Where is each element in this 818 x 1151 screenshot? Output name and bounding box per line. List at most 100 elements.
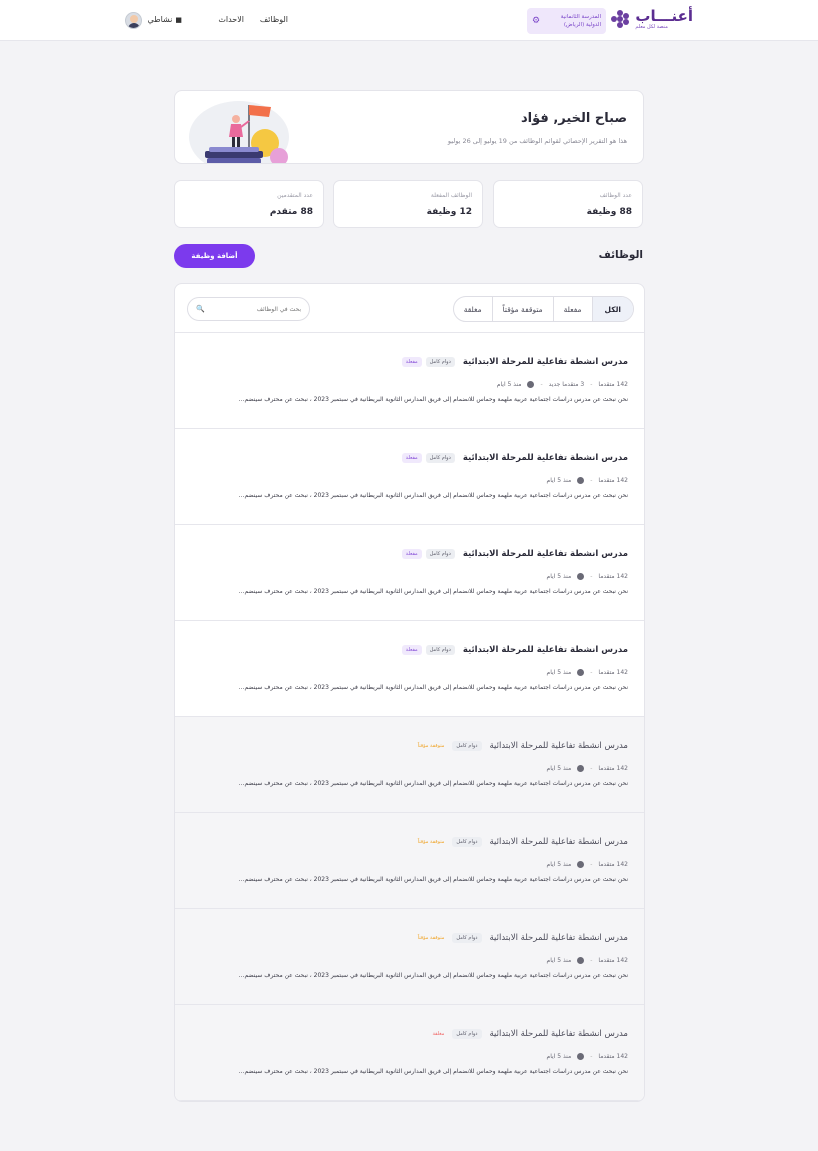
separator: - xyxy=(590,381,593,388)
job-meta: 142 متقدما - منذ 5 ايام xyxy=(546,861,628,868)
job-type-badge: دوام كامل xyxy=(452,741,482,751)
separator: - xyxy=(590,1053,593,1060)
job-title-row: مدرس انشطة تفاعلية للمرحلة الابتدائية دوا… xyxy=(401,357,628,367)
job-row[interactable]: مدرس انشطة تفاعلية للمرحلة الابتدائية دوا… xyxy=(175,429,644,525)
job-description: نحن نبحث عن مدرس دراسات اجتماعية عربية م… xyxy=(238,588,628,595)
stat-value: 88 وظيفة xyxy=(586,207,632,217)
separator: - xyxy=(590,957,593,964)
job-title[interactable]: مدرس انشطة تفاعلية للمرحلة الابتدائية xyxy=(463,357,628,367)
logo-text: أعنـــاب منصة لكل معلم xyxy=(635,8,693,30)
new-applicants: 3 متقدما جديد xyxy=(548,381,585,388)
tab-closed[interactable]: مغلقة xyxy=(454,297,492,321)
search-box: 🔍 xyxy=(187,297,310,321)
job-type-badge: دوام كامل xyxy=(425,549,455,559)
applicants-count: 142 متقدما xyxy=(598,861,628,868)
job-row[interactable]: مدرس انشطة تفاعلية للمرحلة الابتدائية دوا… xyxy=(175,1005,644,1101)
add-job-button[interactable]: أضافة وظيفة xyxy=(174,244,255,268)
search-icon[interactable]: 🔍 xyxy=(196,305,205,313)
stat-value: 88 متقدم xyxy=(269,207,313,217)
status-badge: مغلقة xyxy=(432,1031,445,1037)
briefcase-icon: ■ xyxy=(175,15,182,24)
job-meta: 142 متقدما -3 متقدما جديد - منذ 5 ايام xyxy=(497,381,628,388)
nav-jobs[interactable]: الوظائف xyxy=(260,15,288,24)
job-title[interactable]: مدرس انشطة تفاعلية للمرحلة الابتدائية xyxy=(490,741,629,751)
job-title-row: مدرس انشطة تفاعلية للمرحلة الابتدائية دوا… xyxy=(401,453,628,463)
applicants-count: 142 متقدما xyxy=(598,573,628,580)
job-description: نحن نبحث عن مدرس دراسات اجتماعية عربية م… xyxy=(238,492,628,499)
job-type-badge: دوام كامل xyxy=(425,453,455,463)
job-title-row: مدرس انشطة تفاعلية للمرحلة الابتدائية دوا… xyxy=(414,741,628,751)
job-meta: 142 متقدما - منذ 5 ايام xyxy=(546,1053,628,1060)
applicants-count: 142 متقدما xyxy=(598,1053,628,1060)
goal-illustration xyxy=(189,101,289,163)
job-description: نحن نبحث عن مدرس دراسات اجتماعية عربية م… xyxy=(238,396,628,403)
separator: - xyxy=(590,669,593,676)
search-input[interactable] xyxy=(206,305,301,313)
top-navbar: أعنـــاب منصة لكل معلم المدرسة الثانماني… xyxy=(0,0,818,41)
job-title[interactable]: مدرس انشطة تفاعلية للمرحلة الابتدائية xyxy=(490,837,629,847)
status-badge: متوقفة مؤقتاً xyxy=(417,935,445,941)
clock-icon xyxy=(577,573,585,580)
job-description: نحن نبحث عن مدرس دراسات اجتماعية عربية م… xyxy=(238,684,628,691)
tab-active[interactable]: مفعلة xyxy=(552,297,592,321)
school-switcher[interactable]: المدرسة الثانمانية الدولية (الرياض) ⚙ xyxy=(527,8,606,34)
job-title[interactable]: مدرس انشطة تفاعلية للمرحلة الابتدائية xyxy=(490,1029,629,1039)
greeting-subtitle: هذا هو التقرير الإحصائي لقوائم الوظائف م… xyxy=(447,137,627,145)
gear-icon: ⚙ xyxy=(532,16,541,26)
posted-time: منذ 5 ايام xyxy=(546,861,572,868)
job-description: نحن نبحث عن مدرس دراسات اجتماعية عربية م… xyxy=(238,1068,628,1075)
job-type-badge: دوام كامل xyxy=(425,357,455,367)
avatar[interactable] xyxy=(125,12,142,29)
tab-paused[interactable]: متوقفة مؤقتاً xyxy=(491,297,553,321)
stat-active-jobs: الوظائف المفعلة 12 وظيفة xyxy=(333,180,483,228)
status-badge: مفعلة xyxy=(401,549,422,559)
separator: - xyxy=(590,573,593,580)
posted-time: منذ 5 ايام xyxy=(546,1053,572,1060)
nav-activity[interactable]: ■ نشاطي xyxy=(148,15,182,24)
stat-label: الوظائف المفعلة xyxy=(430,192,472,199)
job-title-row: مدرس انشطة تفاعلية للمرحلة الابتدائية دوا… xyxy=(401,549,628,559)
applicants-count: 142 متقدما xyxy=(598,477,628,484)
job-row[interactable]: مدرس انشطة تفاعلية للمرحلة الابتدائية دوا… xyxy=(175,813,644,909)
job-title[interactable]: مدرس انشطة تفاعلية للمرحلة الابتدائية xyxy=(463,645,628,655)
posted-time: منذ 5 ايام xyxy=(546,669,572,676)
clock-icon xyxy=(577,957,585,964)
stat-label: عدد المتقدمين xyxy=(277,192,313,199)
status-badge: مفعلة xyxy=(401,453,422,463)
stat-value: 12 وظيفة xyxy=(426,207,472,217)
jobs-panel: الكل مفعلة متوقفة مؤقتاً مغلقة 🔍 مدرس ان… xyxy=(174,283,645,1102)
posted-time: منذ 5 ايام xyxy=(546,573,572,580)
job-type-badge: دوام كامل xyxy=(452,933,482,943)
status-badge: مفعلة xyxy=(401,645,422,655)
applicants-count: 142 متقدما xyxy=(598,669,628,676)
job-title[interactable]: مدرس انشطة تفاعلية للمرحلة الابتدائية xyxy=(463,549,628,559)
applicants-count: 142 متقدما xyxy=(598,957,628,964)
grape-logo-icon xyxy=(611,10,630,28)
job-title-row: مدرس انشطة تفاعلية للمرحلة الابتدائية دوا… xyxy=(428,1029,628,1039)
nav-events[interactable]: الاحداث xyxy=(218,15,244,24)
job-row[interactable]: مدرس انشطة تفاعلية للمرحلة الابتدائية دوا… xyxy=(175,909,644,1005)
stat-applicants: عدد المتقدمين 88 متقدم xyxy=(174,180,324,228)
applicants-count: 142 متقدما xyxy=(598,381,628,388)
separator: - xyxy=(590,861,593,868)
posted-time: منذ 5 ايام xyxy=(546,957,572,964)
clock-icon xyxy=(577,1053,585,1060)
job-row[interactable]: مدرس انشطة تفاعلية للمرحلة الابتدائية دوا… xyxy=(175,621,644,717)
job-row[interactable]: مدرس انشطة تفاعلية للمرحلة الابتدائية دوا… xyxy=(175,525,644,621)
tab-all[interactable]: الكل xyxy=(591,297,633,321)
job-row[interactable]: مدرس انشطة تفاعلية للمرحلة الابتدائية دوا… xyxy=(175,333,644,429)
job-title[interactable]: مدرس انشطة تفاعلية للمرحلة الابتدائية xyxy=(463,453,628,463)
posted-time: منذ 5 ايام xyxy=(546,477,572,484)
brand-logo[interactable]: أعنـــاب منصة لكل معلم xyxy=(611,8,693,30)
stat-label: عدد الوظائف xyxy=(599,192,632,199)
job-type-badge: دوام كامل xyxy=(425,645,455,655)
job-type-badge: دوام كامل xyxy=(452,837,482,847)
posted-time: منذ 5 ايام xyxy=(496,381,522,388)
job-description: نحن نبحث عن مدرس دراسات اجتماعية عربية م… xyxy=(238,972,628,979)
school-name: المدرسة الثانمانية الدولية (الرياض) xyxy=(560,14,601,28)
job-title-row: مدرس انشطة تفاعلية للمرحلة الابتدائية دوا… xyxy=(414,933,628,943)
clock-icon xyxy=(577,861,585,868)
job-row[interactable]: مدرس انشطة تفاعلية للمرحلة الابتدائية دوا… xyxy=(175,717,644,813)
job-title[interactable]: مدرس انشطة تفاعلية للمرحلة الابتدائية xyxy=(490,933,629,943)
applicants-count: 142 متقدما xyxy=(598,765,628,772)
